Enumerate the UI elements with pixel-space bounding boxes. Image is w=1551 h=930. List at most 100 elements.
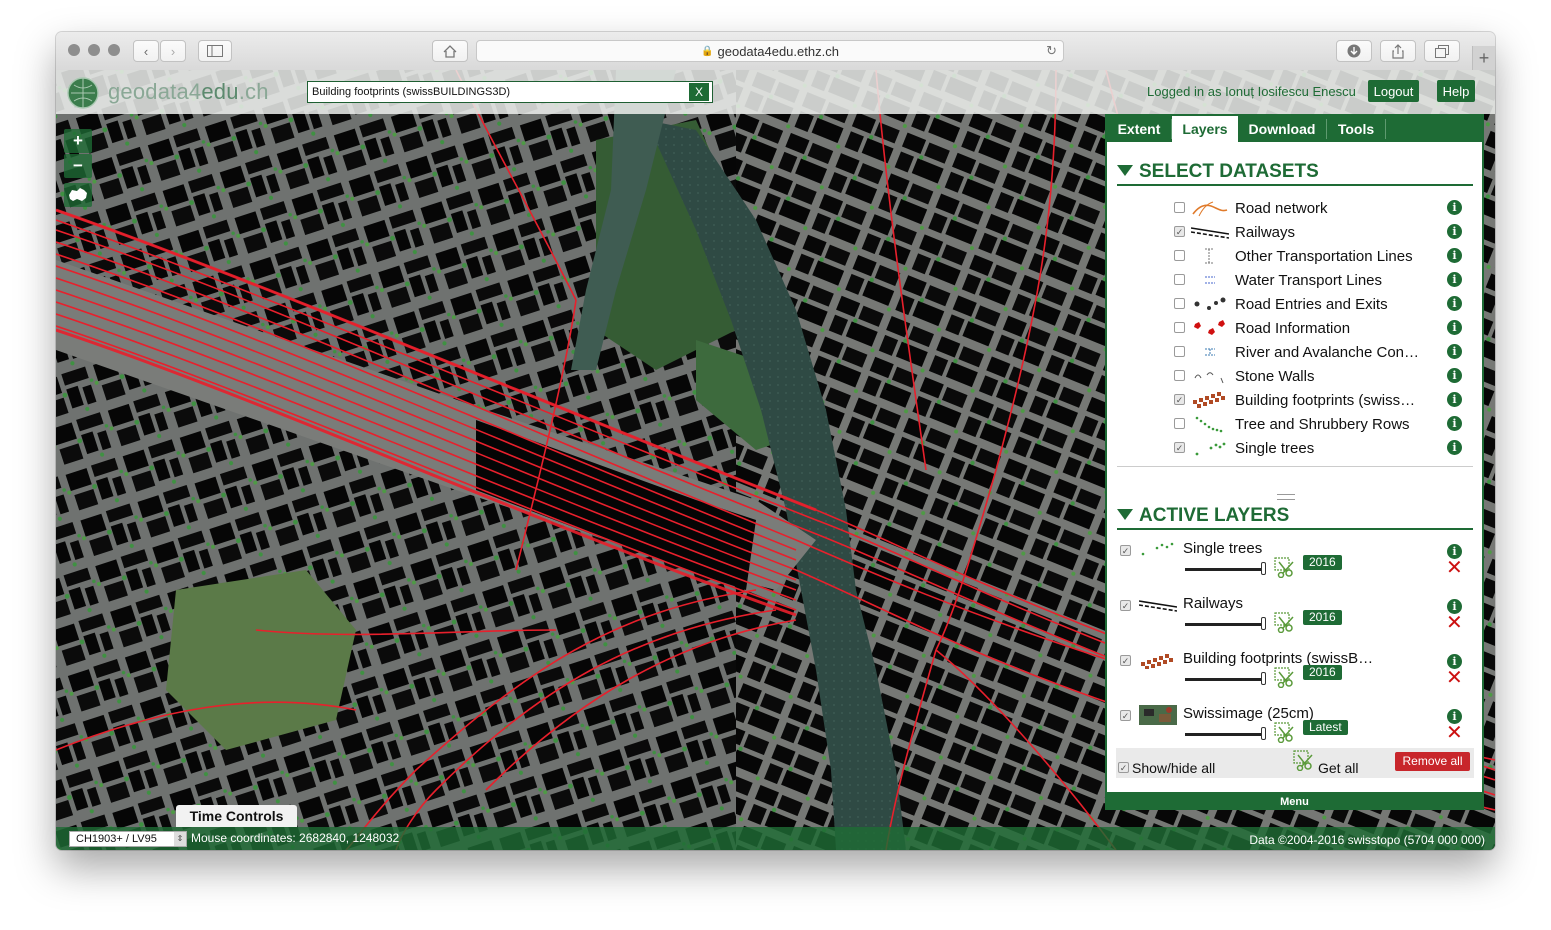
list-item[interactable]: Other Transportation Lines i [1107,244,1482,268]
dataset-checkbox[interactable]: ✓ [1174,226,1185,237]
sidebar-button[interactable] [198,40,232,62]
datasets-list: Road network i ✓ Railways i Other Transp… [1107,196,1482,466]
select-datasets-heading[interactable]: SELECT DATASETS [1117,161,1319,183]
crs-select[interactable]: CH1903+ / LV95 ⇕ [69,831,187,847]
full-extent-button[interactable] [64,183,92,207]
info-icon[interactable]: i [1447,296,1462,311]
list-item[interactable]: River and Avalanche Con… i [1107,340,1482,364]
tree-rows-icon [1195,416,1223,433]
reload-icon[interactable]: ↻ [1046,43,1057,59]
logout-button[interactable]: Logout [1368,80,1419,102]
app-logo-text[interactable]: geodata4edu.ch [108,79,269,105]
downloads-button[interactable] [1336,40,1372,62]
tabs-icon [1435,44,1449,58]
opacity-slider-track[interactable] [1185,568,1263,571]
tab-tools[interactable]: Tools [1327,116,1385,142]
remove-layer-icon[interactable]: ✕ [1446,613,1463,633]
layer-label: Single trees [1183,540,1263,557]
back-button[interactable]: ‹ [133,40,159,62]
get-data-scissors-icon[interactable] [1273,721,1297,743]
clear-search-button[interactable]: X [689,83,709,101]
get-data-scissors-icon[interactable] [1273,611,1297,633]
info-icon[interactable]: i [1447,320,1462,335]
get-data-scissors-icon[interactable] [1273,666,1297,688]
info-icon[interactable]: i [1447,248,1462,263]
remove-layer-icon[interactable]: ✕ [1446,558,1463,578]
list-item[interactable]: ✓ Single trees i [1107,436,1482,460]
time-controls-button[interactable]: Time Controls [176,805,297,827]
dataset-checkbox[interactable] [1174,346,1185,357]
info-icon[interactable]: i [1447,200,1462,215]
list-item[interactable]: ✓ Building footprints (swiss… i [1107,388,1482,412]
dataset-search-input[interactable] [312,84,672,100]
list-item[interactable]: Tree and Shrubbery Rows i [1107,412,1482,436]
dataset-checkbox[interactable]: ✓ [1174,442,1185,453]
new-tab-button[interactable]: + [1472,46,1495,70]
list-item[interactable]: Road Entries and Exits i [1107,292,1482,316]
layer-visibility-checkbox[interactable]: ✓ [1120,655,1131,666]
list-item[interactable]: ✓ Railways i [1107,220,1482,244]
get-all-button[interactable]: Get all [1318,760,1358,776]
help-button[interactable]: Help [1437,80,1475,102]
show-hide-all-label[interactable]: Show/hide all [1132,760,1215,776]
info-icon[interactable]: i [1447,368,1462,383]
zoom-window-button[interactable] [108,44,120,56]
dataset-checkbox[interactable] [1174,298,1185,309]
road-entries-icon [1194,297,1226,310]
layer-year-badge[interactable]: Latest [1303,720,1348,735]
opacity-slider-handle[interactable] [1261,617,1266,630]
zoom-out-button[interactable]: − [64,154,92,178]
get-data-scissors-icon[interactable] [1273,556,1297,578]
dataset-checkbox[interactable] [1174,418,1185,429]
tab-extent[interactable]: Extent [1107,116,1171,142]
layer-year-badge[interactable]: 2016 [1303,665,1342,680]
list-item[interactable]: Road Information i [1107,316,1482,340]
dataset-checkbox[interactable]: ✓ [1174,394,1185,405]
active-layer-row: ✓ Railways 2016 i ✕ [1107,595,1482,650]
forward-button[interactable]: › [160,40,186,62]
info-icon[interactable]: i [1447,272,1462,287]
opacity-slider-handle[interactable] [1261,727,1266,740]
minimize-window-button[interactable] [88,44,100,56]
layer-year-badge[interactable]: 2016 [1303,610,1342,625]
layer-visibility-checkbox[interactable]: ✓ [1120,710,1131,721]
get-all-scissors-icon[interactable] [1292,749,1316,771]
opacity-slider-handle[interactable] [1261,672,1266,685]
remove-all-button[interactable]: Remove all [1395,752,1470,771]
dataset-checkbox[interactable] [1174,370,1185,381]
layer-visibility-checkbox[interactable]: ✓ [1120,545,1131,556]
single-trees-icon [1141,542,1174,556]
remove-layer-icon[interactable]: ✕ [1446,723,1463,743]
remove-layer-icon[interactable]: ✕ [1446,668,1463,688]
info-icon[interactable]: i [1447,392,1462,407]
list-item[interactable]: Road network i [1107,196,1482,220]
info-icon[interactable]: i [1447,440,1462,455]
show-hide-all-checkbox[interactable]: ✓ [1118,762,1129,773]
close-window-button[interactable] [68,44,80,56]
info-icon[interactable]: i [1447,344,1462,359]
menu-toggle[interactable]: Menu [1105,794,1484,810]
tab-download[interactable]: Download [1238,116,1326,142]
dataset-checkbox[interactable] [1174,322,1185,333]
info-icon[interactable]: i [1447,416,1462,431]
dataset-checkbox[interactable] [1174,250,1185,261]
share-button[interactable] [1380,40,1416,62]
info-icon[interactable]: i [1447,224,1462,239]
layer-year-badge[interactable]: 2016 [1303,555,1342,570]
list-item[interactable]: Stone Walls i [1107,364,1482,388]
zoom-in-button[interactable]: + [64,129,92,153]
dataset-checkbox[interactable] [1174,202,1185,213]
opacity-slider-track[interactable] [1185,623,1263,626]
opacity-slider-track[interactable] [1185,678,1263,681]
tab-layers[interactable]: Layers [1172,116,1238,142]
dataset-checkbox[interactable] [1174,274,1185,285]
opacity-slider-track[interactable] [1185,733,1263,736]
list-item[interactable]: Water Transport Lines i [1107,268,1482,292]
panel-splitter-handle[interactable] [1277,494,1295,500]
tabs-overview-button[interactable] [1424,40,1460,62]
active-layers-heading[interactable]: ACTIVE LAYERS [1117,505,1289,527]
opacity-slider-handle[interactable] [1261,562,1266,575]
home-button[interactable] [432,40,468,62]
address-bar[interactable]: 🔒 geodata4edu.ethz.ch ↻ [476,40,1064,62]
layer-visibility-checkbox[interactable]: ✓ [1120,600,1131,611]
